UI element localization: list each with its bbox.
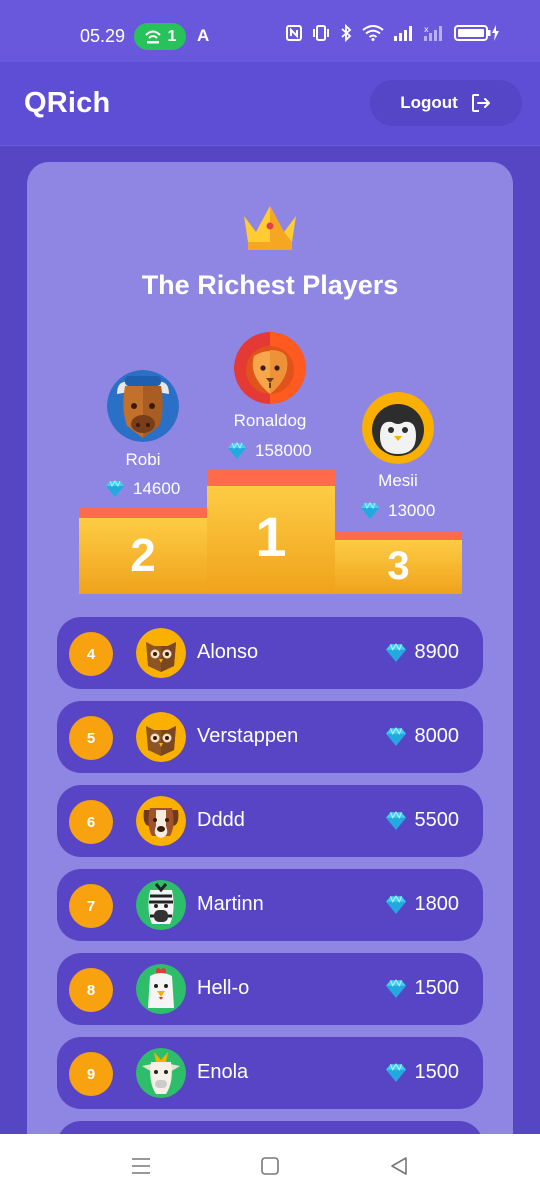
player-score: 8000 <box>385 725 460 748</box>
player-name: Verstappen <box>197 725 299 747</box>
player-score-value: 5500 <box>414 809 460 831</box>
leaderboard-title: The Richest Players <box>141 270 399 300</box>
player-name: Dddd <box>197 809 245 831</box>
dog-icon <box>136 796 186 846</box>
podium-place-2: 2 <box>130 529 156 581</box>
podium-place-3: 3 <box>387 544 410 588</box>
podium-top-1 <box>207 470 335 486</box>
system-nav-bar <box>0 1134 540 1200</box>
wifi-icon <box>362 25 384 41</box>
accessibility-icon: A <box>197 26 210 45</box>
bluetooth-icon <box>341 24 352 42</box>
lion-icon <box>234 332 306 404</box>
podium-block-1: 1 <box>207 470 335 594</box>
app-bar: QRich Logout <box>0 62 540 146</box>
nfc-icon <box>286 25 302 41</box>
podium-score-1: 158000 <box>227 441 312 461</box>
player-score-value: 8000 <box>414 725 460 747</box>
signal-icon <box>394 26 412 41</box>
status-icons: x <box>286 24 500 42</box>
gem-icon <box>385 894 406 914</box>
player-score: 1800 <box>385 893 460 916</box>
leaderboard-card: The Richest Players Robi 14600 Ronaldog … <box>27 162 513 1193</box>
home-icon[interactable] <box>260 1156 280 1176</box>
gem-icon <box>385 642 406 662</box>
back-icon[interactable] <box>389 1156 409 1176</box>
status-bar: 05.29 1 A x <box>0 0 540 62</box>
hotspot-icon <box>144 30 161 43</box>
podium-block-3: 3 <box>335 532 462 594</box>
gem-icon <box>385 726 406 746</box>
podium-score-2: 14600 <box>105 479 180 499</box>
gem-icon <box>361 502 379 519</box>
podium-score-value-3: 13000 <box>388 501 436 520</box>
podium-place-1: 1 <box>255 505 287 568</box>
rank-badge: 7 <box>69 884 113 928</box>
player-name: Martinn <box>197 893 264 915</box>
podium-score-3: 13000 <box>360 501 435 521</box>
ranking-row[interactable]: 6 Dddd 5500 <box>57 785 483 857</box>
rank-badge: 5 <box>69 716 113 760</box>
rank-badge: 4 <box>69 632 113 676</box>
rank-badge: 8 <box>69 968 113 1012</box>
podium-block-2: 2 <box>79 508 207 594</box>
gem-icon <box>385 810 406 830</box>
player-name: Hell-o <box>197 977 250 999</box>
player-score: 8900 <box>385 641 460 664</box>
player-score: 1500 <box>385 977 460 1000</box>
battery-charging-icon <box>454 25 499 41</box>
owl-icon <box>136 712 186 762</box>
podium-score-value-1: 158000 <box>255 441 312 460</box>
rank-badge: 9 <box>69 1052 113 1096</box>
ranking-row[interactable]: 8 Hell-o 1500 <box>57 953 483 1025</box>
gem-icon <box>228 442 246 459</box>
player-score-value: 1800 <box>414 893 460 915</box>
player-score: 5500 <box>385 809 460 832</box>
ranking-row[interactable]: 5 Verstappen 8000 <box>57 701 483 773</box>
status-time: 05.29 <box>80 26 126 46</box>
hotspot-count: 1 <box>167 27 177 45</box>
owl-icon <box>136 628 186 678</box>
zebra-icon <box>136 880 186 930</box>
gem-icon <box>106 480 124 497</box>
ranking-row[interactable]: 4 Alonso 8900 <box>57 617 483 689</box>
rank-badge: 6 <box>69 800 113 844</box>
hotspot-indicator: 1 <box>134 23 186 50</box>
logout-icon <box>471 94 490 112</box>
svg-text:x: x <box>424 25 429 34</box>
podium-name-2: Robi <box>125 450 161 469</box>
vibrate-icon <box>313 25 329 41</box>
player-score: 1500 <box>385 1061 460 1084</box>
goat-icon <box>136 1048 186 1098</box>
player-score-value: 1500 <box>414 977 460 999</box>
signal-icon: x <box>424 25 442 41</box>
podium-top-3 <box>335 532 462 540</box>
crown-icon <box>244 206 296 250</box>
logout-button[interactable]: Logout <box>370 80 522 126</box>
menu-icon[interactable] <box>131 1156 151 1176</box>
podium-top-2 <box>79 508 207 518</box>
podium-name-1: Ronaldog <box>233 411 307 430</box>
penguin-icon <box>362 392 434 464</box>
bison-icon <box>107 370 179 442</box>
player-name: Enola <box>197 1061 249 1083</box>
gem-icon <box>385 1062 406 1082</box>
app-title: QRich <box>24 87 111 119</box>
podium-name-3: Mesii <box>378 471 418 490</box>
ranking-row[interactable]: 7 Martinn 1800 <box>57 869 483 941</box>
ranking-row[interactable]: 9 Enola 1500 <box>57 1037 483 1109</box>
chicken-icon <box>136 964 186 1014</box>
gem-icon <box>385 978 406 998</box>
player-name: Alonso <box>197 641 259 663</box>
logout-label: Logout <box>400 93 458 112</box>
player-score-value: 1500 <box>414 1061 460 1083</box>
player-score-value: 8900 <box>414 641 460 663</box>
podium-score-value-2: 14600 <box>133 479 181 498</box>
